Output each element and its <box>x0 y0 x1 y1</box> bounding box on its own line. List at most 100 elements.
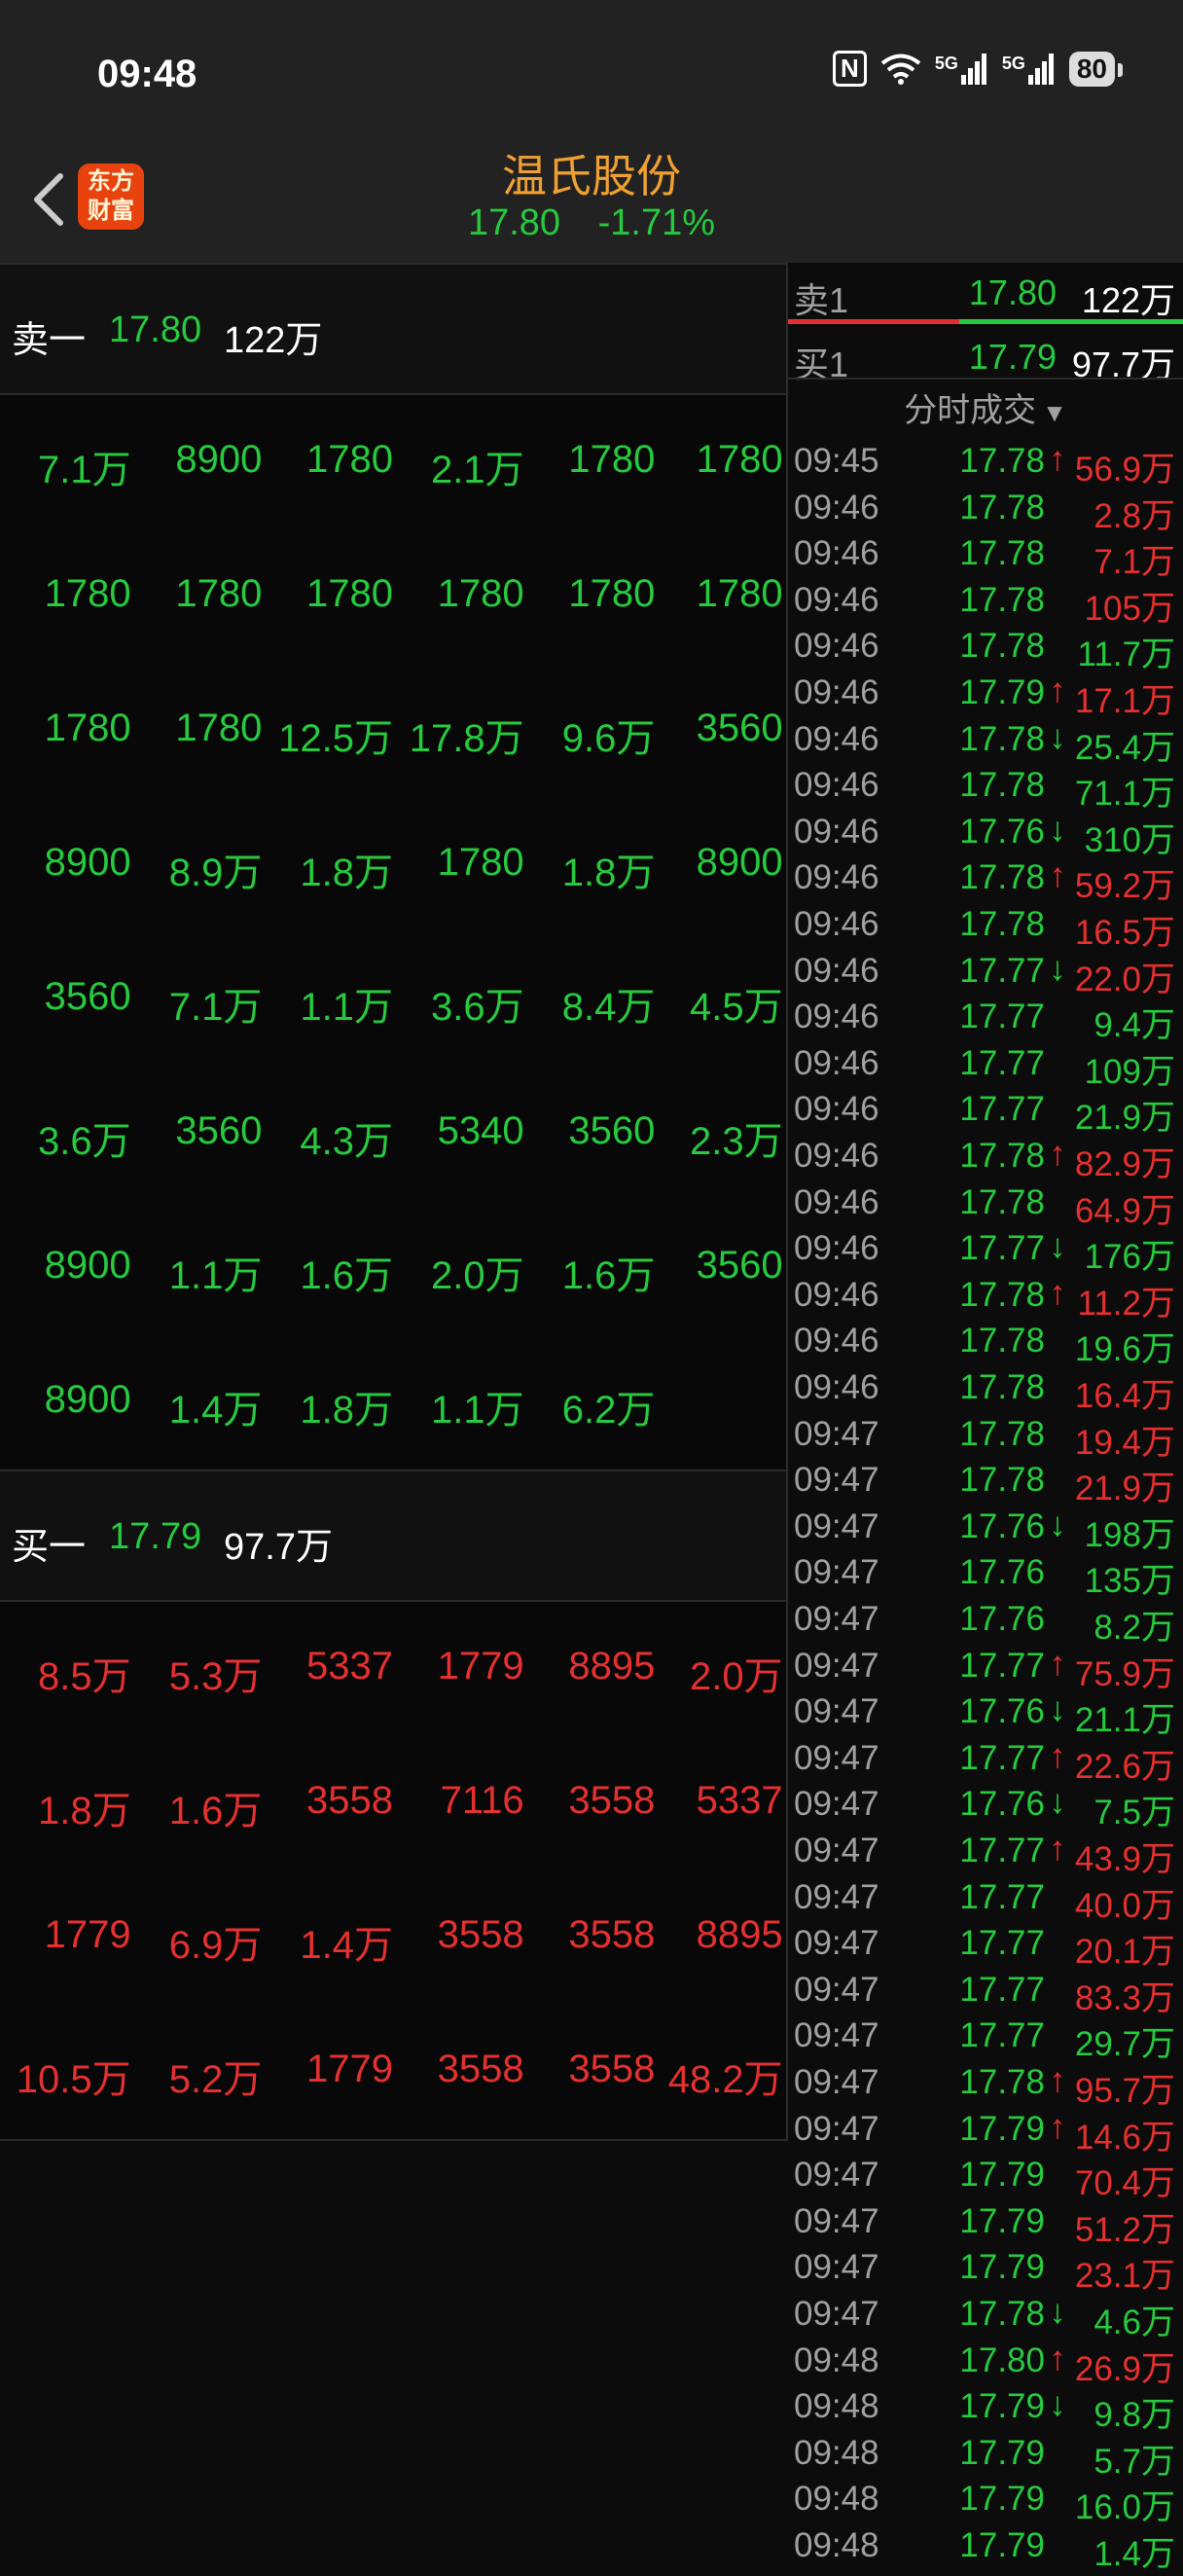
trade-price: 17.77 <box>959 1090 1045 1129</box>
trade-row: 09:47 17.77 83.3万 <box>788 1967 1183 2017</box>
sell-queue-cell: 3560 <box>568 1109 656 1152</box>
buy-level-header[interactable]: 买一 17.79 97.7万 <box>0 1469 786 1602</box>
trade-time: 09:46 <box>794 951 879 990</box>
trade-time: 09:47 <box>794 2248 879 2287</box>
trade-time: 09:47 <box>794 1506 879 1545</box>
stock-header: 东方 财富 温氏股份 17.80 -1.71% <box>0 131 1183 263</box>
trade-time: 09:47 <box>794 1414 879 1453</box>
trade-time: 09:46 <box>794 1090 879 1129</box>
sell-queue-cell: 1.1万 <box>168 1254 263 1297</box>
sell-queue-cell: 8900 <box>44 1244 131 1287</box>
trade-row: 09:47 17.78 ↑ 95.7万 <box>788 2059 1183 2110</box>
trade-time: 09:46 <box>794 1043 879 1082</box>
trade-row: 09:47 17.76 135万 <box>788 1549 1183 1600</box>
trade-price: 17.78 <box>959 1461 1045 1500</box>
trade-time: 09:46 <box>794 1275 879 1314</box>
sell-queue-cell: 2.1万 <box>431 449 524 491</box>
buy-level-price: 17.79 <box>109 1516 202 1557</box>
trade-price: 17.77 <box>959 1832 1045 1869</box>
trade-price: 17.79 <box>959 2248 1045 2287</box>
trades-title-dropdown[interactable]: 分时成交 ▼ <box>788 383 1183 431</box>
stock-change-pct: -1.71% <box>597 202 716 243</box>
trade-row: 09:47 17.76 ↓ 21.1万 <box>788 1688 1183 1739</box>
up-arrow-icon: ↑ <box>1049 440 1066 478</box>
trade-row: 09:46 17.78 7.1万 <box>788 530 1183 581</box>
down-arrow-icon: ↓ <box>1049 2385 1066 2424</box>
trade-row: 09:46 17.77 ↓ 176万 <box>788 1225 1183 1276</box>
trade-time: 09:47 <box>794 2109 879 2148</box>
buy-queue-cell: 3558 <box>568 2048 656 2090</box>
trade-price: 17.77 <box>959 1877 1045 1916</box>
sell-queue-cell: 1.8万 <box>300 852 393 894</box>
trade-row: 09:46 17.78 ↑ 82.9万 <box>788 1133 1183 1183</box>
signal-icon-2: 5G <box>1001 53 1056 85</box>
sell-queue-cell: 1780 <box>306 438 393 481</box>
sell-queue-cell: 1780 <box>696 572 783 615</box>
network-type-1: 5G <box>934 53 958 73</box>
trade-time: 09:46 <box>794 673 879 711</box>
sell-queue-cell: 8.9万 <box>168 852 263 894</box>
trade-time: 09:46 <box>794 1229 879 1268</box>
trade-row: 09:47 17.76 8.2万 <box>788 1596 1183 1647</box>
sell-queue-cell: 1780 <box>568 572 656 615</box>
trade-row: 09:46 17.77 9.4万 <box>788 994 1183 1044</box>
sell-level-label: 卖一 <box>12 320 87 361</box>
up-arrow-icon: ↑ <box>1049 856 1066 895</box>
trade-row: 09:47 17.76 ↓ 7.5万 <box>788 1781 1183 1832</box>
trade-price: 17.77 <box>959 1043 1045 1082</box>
trade-time: 09:48 <box>794 2526 879 2564</box>
battery-icon: 80 <box>1068 51 1124 87</box>
trade-price: 17.78 <box>959 1275 1045 1314</box>
sell-queue-cell: 1780 <box>175 572 263 615</box>
sell-queue-cell: 3560 <box>696 1244 783 1287</box>
buy-queue-cell: 1.6万 <box>168 1790 263 1832</box>
sell-queue-cell: 1.8万 <box>300 1389 393 1432</box>
buy-queue-cell: 5.2万 <box>168 2058 263 2101</box>
sell-level-header[interactable]: 卖一 17.80 122万 <box>0 263 786 395</box>
trade-row: 09:47 17.77 20.1万 <box>788 1920 1183 1971</box>
trade-time: 09:48 <box>794 2433 879 2472</box>
trade-time: 09:46 <box>794 905 879 943</box>
trade-row: 09:46 17.76 ↓ 310万 <box>788 809 1183 859</box>
trade-time: 09:46 <box>794 1322 879 1361</box>
trade-time: 09:47 <box>794 1832 879 1869</box>
trade-row: 09:47 17.79 70.4万 <box>788 2152 1183 2202</box>
trade-time: 09:46 <box>794 1137 879 1175</box>
up-arrow-icon: ↑ <box>1049 671 1066 709</box>
trade-price: 17.76 <box>959 1600 1045 1638</box>
trade-price: 17.78 <box>959 580 1045 619</box>
trade-price: 17.77 <box>959 1646 1045 1685</box>
trade-price: 17.76 <box>959 812 1045 851</box>
trade-price: 17.76 <box>959 1692 1045 1731</box>
trade-price: 17.78 <box>959 627 1045 666</box>
buy-queue-cell: 10.5万 <box>16 2058 131 2101</box>
network-type-2: 5G <box>1001 53 1025 73</box>
trade-price: 17.79 <box>959 673 1045 711</box>
trade-time: 09:47 <box>794 1600 879 1638</box>
trade-price: 17.78 <box>959 2295 1045 2333</box>
buy-queue-cell: 3558 <box>306 1779 393 1822</box>
buy-queue-cell: 3558 <box>437 1913 524 1956</box>
trade-row: 09:47 17.77 40.0万 <box>788 1874 1183 1925</box>
trade-price: 17.78 <box>959 1414 1045 1453</box>
sell-queue-cell: 1.8万 <box>561 852 656 894</box>
trade-row: 09:46 17.77 109万 <box>788 1040 1183 1091</box>
up-arrow-icon: ↑ <box>1049 1135 1066 1173</box>
trade-row: 09:46 17.78 11.7万 <box>788 623 1183 673</box>
trade-time: 09:48 <box>794 2387 879 2426</box>
trade-time: 09:47 <box>794 2016 879 2055</box>
trade-price: 17.79 <box>959 2109 1045 2148</box>
trade-row: 09:47 17.79 ↑ 14.6万 <box>788 2106 1183 2157</box>
trade-price: 17.78 <box>959 719 1045 758</box>
trade-time: 09:46 <box>794 627 879 666</box>
down-arrow-icon: ↓ <box>1049 2293 1066 2331</box>
trade-time: 09:46 <box>794 1368 879 1406</box>
buy-queue-grid: 8.5万 5.3万 5337 1779 8895 2.0万 1.8万 1.6万 3558 7116… <box>0 1602 786 2141</box>
sell-level-price: 17.80 <box>109 309 202 350</box>
trade-row: 09:45 17.78 ↑ 56.9万 <box>788 438 1183 489</box>
dropdown-triangle-icon: ▼ <box>1042 398 1067 427</box>
trade-row: 09:48 17.79 ↓ 9.8万 <box>788 2383 1183 2434</box>
trade-row: 09:46 17.78 19.6万 <box>788 1318 1183 1368</box>
sell-queue-cell: 1780 <box>437 572 524 615</box>
trade-row: 09:47 17.77 ↑ 43.9万 <box>788 1828 1183 1878</box>
